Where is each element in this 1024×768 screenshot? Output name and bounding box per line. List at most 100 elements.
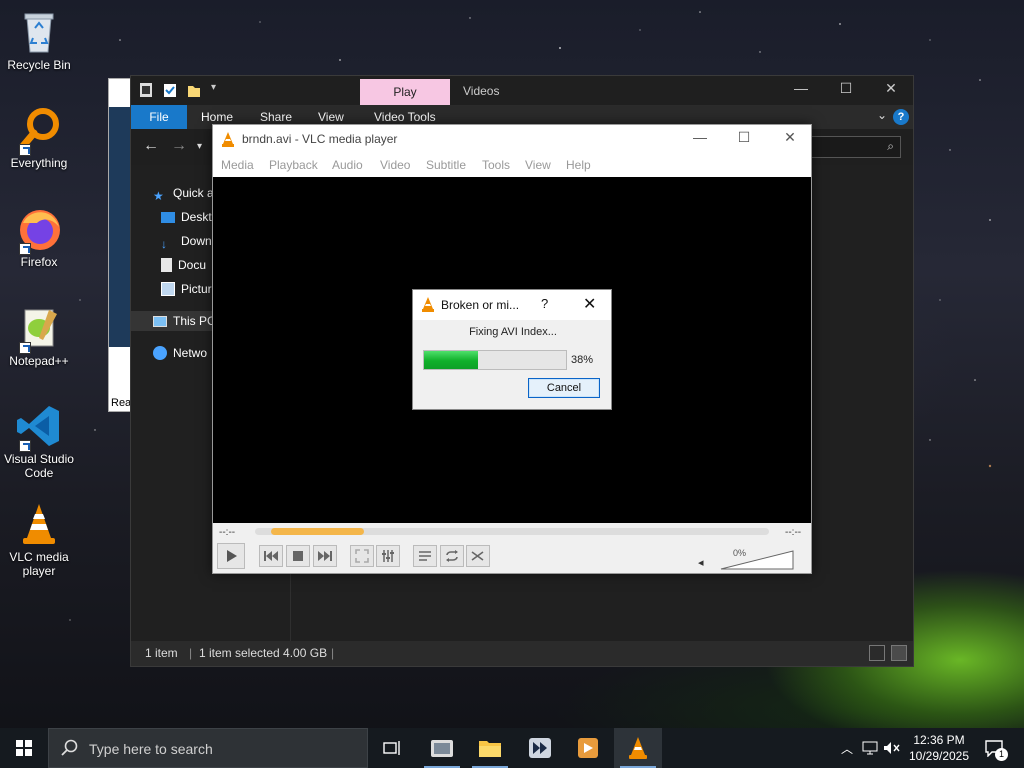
volume-slider[interactable] <box>719 547 795 571</box>
speaker-muted-icon[interactable]: ◂ <box>698 556 704 569</box>
help-question-icon[interactable]: ? <box>541 296 548 311</box>
playlist-icon <box>419 551 431 561</box>
cancel-button[interactable]: Cancel <box>528 378 600 398</box>
network-icon[interactable] <box>860 728 880 768</box>
system-clock[interactable]: 12:36 PM 10/29/2025 <box>900 732 978 764</box>
volume-muted-icon[interactable] <box>882 728 902 768</box>
fullscreen-button[interactable] <box>350 545 374 567</box>
tab-file[interactable]: File <box>131 105 187 129</box>
desktop-icon-notepadpp[interactable]: Notepad++ <box>0 304 78 368</box>
fullscreen-icon <box>355 549 369 563</box>
customize-toolbar-chevron-icon[interactable]: ▾ <box>211 82 225 98</box>
video-file-icon[interactable] <box>139 82 153 98</box>
vlc-title-bar[interactable]: brndn.avi - VLC media player — ☐ ✕ <box>213 125 811 153</box>
nav-item-downloads[interactable]: ↓ Down <box>161 231 212 251</box>
windows-logo-icon <box>16 740 32 756</box>
close-icon[interactable]: ✕ <box>871 80 911 97</box>
shuffle-button[interactable] <box>466 545 490 567</box>
nav-item-label: Down <box>181 234 212 248</box>
minimize-icon[interactable]: — <box>685 129 715 145</box>
status-divider: | <box>331 646 335 660</box>
menu-tools[interactable]: Tools <box>482 158 510 172</box>
skip-forward-icon <box>318 551 332 561</box>
status-item-count: 1 item <box>145 646 178 660</box>
explorer-search-input[interactable]: ⌕ <box>811 136 901 158</box>
help-icon[interactable]: ? <box>893 109 909 125</box>
nav-item-label: This PC <box>173 314 216 328</box>
large-icons-view-icon[interactable] <box>891 645 907 661</box>
menu-playback[interactable]: Playback <box>269 158 318 172</box>
folder-icon <box>479 741 501 757</box>
start-button[interactable] <box>0 728 48 768</box>
explorer-title-bar[interactable]: ▾ Play Videos — ☐ ✕ <box>131 76 913 106</box>
desktop-icon-recycle-bin[interactable]: Recycle Bin <box>0 8 78 72</box>
next-button[interactable] <box>313 545 337 567</box>
nav-item-label: Quick a <box>173 186 214 200</box>
expand-ribbon-chevron-icon[interactable]: ⌄ <box>877 108 887 122</box>
taskbar-app-video-player[interactable] <box>564 728 612 768</box>
menu-media[interactable]: Media <box>221 158 254 172</box>
menu-video[interactable]: Video <box>380 158 410 172</box>
desktop-icon-label: Firefox <box>20 255 58 269</box>
seek-slider[interactable] <box>255 528 769 535</box>
close-icon[interactable]: ✕ <box>583 294 596 314</box>
show-hidden-icons-chevron-icon[interactable]: ︿ <box>838 728 856 768</box>
notification-center-button[interactable]: 1 <box>980 728 1008 768</box>
stop-button[interactable] <box>286 545 310 567</box>
desktop-icon-vlc[interactable]: VLC media player <box>0 500 78 578</box>
taskbar-app-file-explorer[interactable] <box>466 728 514 768</box>
dialog-title-bar[interactable]: Broken or mi... ? ✕ <box>413 290 611 320</box>
notification-badge: 1 <box>995 748 1008 761</box>
play-button[interactable] <box>217 543 245 569</box>
nav-item-network[interactable]: Netwo <box>153 343 207 363</box>
pictures-icon <box>161 282 175 296</box>
status-bar: 1 item | 1 item selected 4.00 GB | <box>131 641 913 666</box>
details-view-icon[interactable] <box>869 645 885 661</box>
seek-buffer-fill <box>271 528 364 535</box>
playlist-button[interactable] <box>413 545 437 567</box>
menu-view[interactable]: View <box>525 158 551 172</box>
back-arrow-icon[interactable]: ← <box>143 137 159 155</box>
task-view-icon <box>383 741 400 755</box>
close-icon[interactable]: ✕ <box>775 129 805 146</box>
maximize-icon[interactable]: ☐ <box>729 129 759 146</box>
star-icon: ★ <box>153 189 164 203</box>
status-divider: | <box>189 646 193 660</box>
ribbon-contextual-tab-play[interactable]: Play <box>360 79 450 106</box>
vlc-cone-icon <box>421 296 435 312</box>
forward-arrow-icon[interactable]: → <box>171 137 187 155</box>
extended-settings-button[interactable] <box>376 545 400 567</box>
previous-button[interactable] <box>259 545 283 567</box>
task-view-button[interactable] <box>368 728 416 768</box>
menu-help[interactable]: Help <box>566 158 591 172</box>
loop-button[interactable] <box>440 545 464 567</box>
properties-icon[interactable] <box>163 82 177 98</box>
shortcut-arrow-icon <box>19 342 31 354</box>
clock-time: 12:36 PM <box>913 733 965 747</box>
everything-search-icon <box>15 106 63 156</box>
shortcut-arrow-icon <box>19 440 31 452</box>
menu-subtitle[interactable]: Subtitle <box>426 158 466 172</box>
nav-item-quick-access[interactable]: ★ Quick a <box>153 183 214 203</box>
desktop-icon-firefox[interactable]: Firefox <box>0 205 78 269</box>
minimize-icon[interactable]: — <box>781 80 821 96</box>
nav-item-pictures[interactable]: Pictur <box>161 279 212 299</box>
menu-audio[interactable]: Audio <box>332 158 363 172</box>
taskbar-search-box[interactable]: Type here to search <box>48 728 368 768</box>
desktop-icon-label: VLC media player <box>9 550 69 578</box>
nav-item-desktop[interactable]: Deskt <box>161 207 212 227</box>
shuffle-icon <box>471 551 484 561</box>
new-folder-icon[interactable] <box>187 82 201 98</box>
search-icon: ⌕ <box>887 139 894 153</box>
taskbar-app-media[interactable] <box>516 728 564 768</box>
maximize-icon[interactable]: ☐ <box>826 80 866 97</box>
search-placeholder: Type here to search <box>89 741 213 757</box>
fix-index-dialog[interactable]: Broken or mi... ? ✕ Fixing AVI Index... … <box>412 289 612 410</box>
recent-locations-chevron-icon[interactable]: ▾ <box>197 141 202 152</box>
window-title: Videos <box>463 84 500 98</box>
taskbar-app-vlc[interactable] <box>614 728 662 768</box>
taskbar-app-screenshot[interactable] <box>418 728 466 768</box>
nav-item-documents[interactable]: Docu <box>161 255 206 275</box>
desktop-icon-vscode[interactable]: Visual Studio Code <box>0 402 78 480</box>
desktop-icon-everything[interactable]: Everything <box>0 106 78 170</box>
